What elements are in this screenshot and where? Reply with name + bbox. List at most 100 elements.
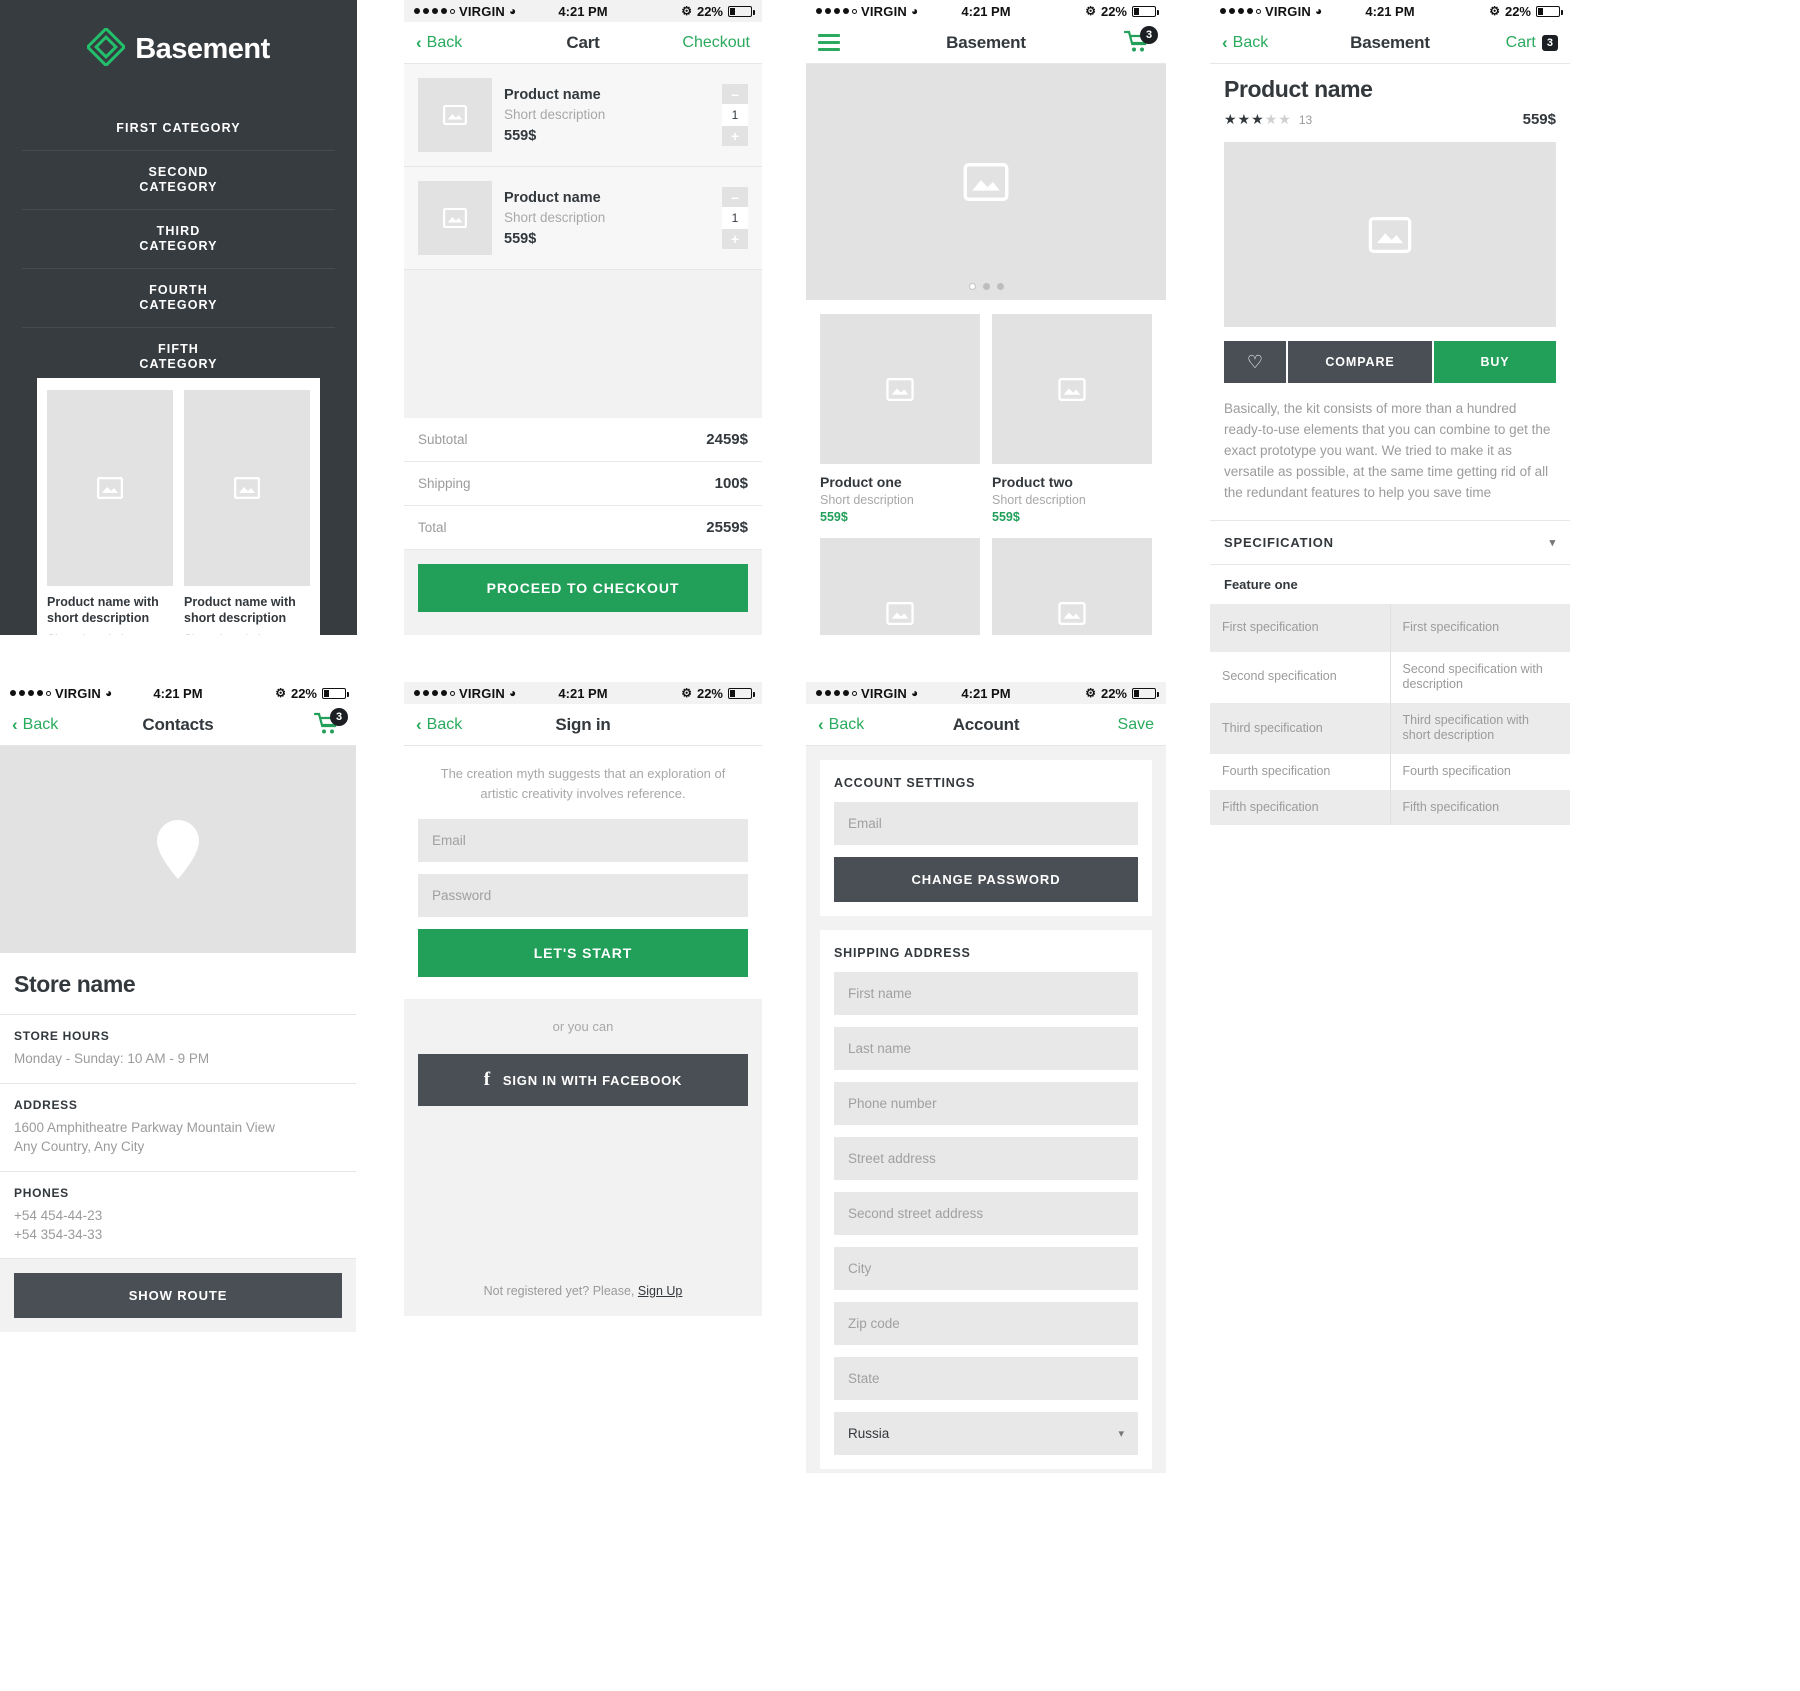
cart-button[interactable]: 3 — [313, 707, 348, 738]
cart-badge: 3 — [1541, 34, 1558, 51]
list-item[interactable]: Product name with short description Shor… — [47, 390, 173, 635]
sidebar-item-third-category[interactable]: THIRD CATEGORY — [22, 209, 335, 268]
image-placeholder-icon — [992, 314, 1152, 464]
city-field[interactable]: City — [834, 1247, 1138, 1290]
pager-dot[interactable] — [996, 283, 1004, 290]
sidebar-item-fourth-category[interactable]: FOURTH CATEGORY — [22, 268, 335, 327]
list-item[interactable] — [820, 538, 980, 635]
specification-label: SPECIFICATION — [1224, 534, 1334, 550]
quantity-value: 1 — [722, 207, 748, 229]
state-field[interactable]: State — [834, 1357, 1138, 1400]
image-placeholder-icon[interactable] — [1224, 142, 1556, 327]
list-item[interactable] — [992, 538, 1152, 635]
quantity-stepper[interactable]: – 1 + — [722, 187, 748, 249]
star-filled-icon: ★ — [1237, 111, 1251, 127]
specification-section-header[interactable]: SPECIFICATION ▾ — [1210, 521, 1570, 565]
email-field[interactable]: Email — [418, 819, 748, 862]
status-bar: VIRGIN ◕ 4:21 PM ⚙ 22% — [404, 0, 762, 22]
category-label: THIRD CATEGORY — [139, 224, 218, 253]
sidebar-item-second-category[interactable]: SECOND CATEGORY — [22, 150, 335, 209]
table-row: First specification First specification — [1210, 603, 1570, 652]
panel-catalog: VIRGIN ◕ 4:21 PM ⚙ 22% Basement 3 Produc… — [806, 0, 1166, 635]
save-button[interactable]: Save — [1118, 716, 1154, 734]
info-value: +54 454-44-23 +54 354-34-33 — [14, 1207, 103, 1242]
country-value: Russia — [848, 1426, 890, 1441]
status-bar: VIRGIN ◕ 4:21 PM ⚙ 22% — [0, 682, 356, 704]
intro-text: The creation myth suggests that an explo… — [440, 766, 726, 801]
panel-signin: VIRGIN ◕ 4:21 PM ⚙ 22% ‹ Back Sign in Th… — [404, 682, 762, 1316]
battery-icon — [728, 687, 755, 699]
phone-number-field[interactable]: Phone number — [834, 1082, 1138, 1125]
sidebar-item-first-category[interactable]: FIRST CATEGORY — [22, 107, 335, 150]
email-field[interactable]: Email — [834, 802, 1138, 845]
signup-prompt: Not registered yet? Please, Sign Up — [404, 1284, 762, 1298]
spec-cell-left: Second specification — [1210, 651, 1391, 703]
spec-cell-right: Fifth specification — [1390, 789, 1570, 826]
navigation-bar: ‹ Back Basement Cart 3 — [1210, 22, 1570, 64]
product-actions: ♡ COMPARE BUY — [1210, 327, 1570, 383]
spec-cell-left: Fifth specification — [1210, 789, 1391, 826]
menu-product-preview: Product name with short description Shor… — [37, 378, 320, 635]
image-placeholder-icon — [418, 78, 492, 152]
increase-quantity-button[interactable]: + — [722, 229, 748, 249]
review-count: 13 — [1298, 112, 1313, 127]
battery-icon — [728, 5, 755, 17]
total-value: 2559$ — [706, 519, 748, 536]
pager-dot-active[interactable] — [982, 283, 990, 290]
change-password-button[interactable]: CHANGE PASSWORD — [834, 857, 1138, 902]
password-field[interactable]: Password — [418, 874, 748, 917]
page-title: Product name — [1224, 76, 1373, 102]
last-name-field[interactable]: Last name — [834, 1027, 1138, 1070]
second-street-address-field[interactable]: Second street address — [834, 1192, 1138, 1235]
sign-up-link[interactable]: Sign Up — [638, 1284, 682, 1298]
product-price: 559$ — [1522, 111, 1556, 128]
spec-cell-right: Fourth specification — [1402, 764, 1511, 779]
total-row: Total 2559$ — [404, 506, 762, 550]
lets-start-button[interactable]: LET'S START — [418, 929, 748, 977]
image-placeholder-icon — [820, 538, 980, 635]
info-value: 1600 Amphitheatre Parkway Mountain View … — [14, 1119, 275, 1154]
page-title: Sign in — [555, 714, 611, 734]
decrease-quantity-button[interactable]: – — [722, 187, 748, 207]
map-view[interactable] — [0, 746, 356, 953]
chevron-down-icon: ▾ — [1118, 1428, 1124, 1440]
show-route-button[interactable]: SHOW ROUTE — [14, 1273, 342, 1319]
quantity-stepper[interactable]: – 1 + — [722, 84, 748, 146]
hero-carousel[interactable] — [806, 64, 1166, 300]
buy-button[interactable]: BUY — [1434, 341, 1556, 383]
signin-form: The creation myth suggests that an explo… — [404, 746, 762, 999]
product-description: Short description — [504, 209, 606, 225]
street-address-field[interactable]: Street address — [834, 1137, 1138, 1180]
carousel-pager[interactable] — [806, 283, 1166, 290]
proceed-to-checkout-button[interactable]: PROCEED TO CHECKOUT — [418, 564, 748, 612]
product-grid-row-partial — [806, 524, 1166, 635]
favorite-button[interactable]: ♡ — [1224, 341, 1286, 383]
section-title: ACCOUNT SETTINGS — [834, 776, 976, 790]
pager-dot[interactable] — [968, 283, 976, 290]
product-title: Product name — [504, 86, 601, 103]
product-description: Basically, the kit consists of more than… — [1210, 383, 1570, 521]
compare-button[interactable]: COMPARE — [1288, 341, 1432, 383]
cart-button[interactable]: 3 — [1123, 25, 1158, 56]
star-filled-icon: ★ — [1224, 111, 1237, 127]
first-name-field[interactable]: First name — [834, 972, 1138, 1015]
product-description: Short description — [47, 632, 173, 635]
cart-totals: Subtotal 2459$ Shipping 100$ Total 2559$ — [404, 418, 762, 550]
list-item[interactable]: Product name with short description Shor… — [184, 390, 310, 635]
route-area: SHOW ROUTE — [0, 1259, 356, 1333]
decrease-quantity-button[interactable]: – — [722, 84, 748, 104]
product-grid-row: Product one Short description 559$ Produ… — [806, 300, 1166, 524]
table-row[interactable]: Product name Short description 559$ – 1 … — [404, 64, 762, 167]
country-select[interactable]: Russia ▾ — [834, 1412, 1138, 1455]
increase-quantity-button[interactable]: + — [722, 126, 748, 146]
cart-button[interactable]: Cart 3 — [1506, 34, 1558, 52]
table-row: Second specification Second specificatio… — [1210, 651, 1570, 703]
list-item[interactable]: Product one Short description 559$ — [820, 314, 980, 524]
spec-cell-right: First specification — [1390, 603, 1570, 652]
sign-in-with-facebook-button[interactable]: f SIGN IN WITH FACEBOOK — [418, 1054, 748, 1106]
zip-code-field[interactable]: Zip code — [834, 1302, 1138, 1345]
facebook-icon: f — [483, 1069, 491, 1090]
checkout-link[interactable]: Checkout — [682, 34, 750, 52]
table-row[interactable]: Product name Short description 559$ – 1 … — [404, 167, 762, 270]
list-item[interactable]: Product two Short description 559$ — [992, 314, 1152, 524]
